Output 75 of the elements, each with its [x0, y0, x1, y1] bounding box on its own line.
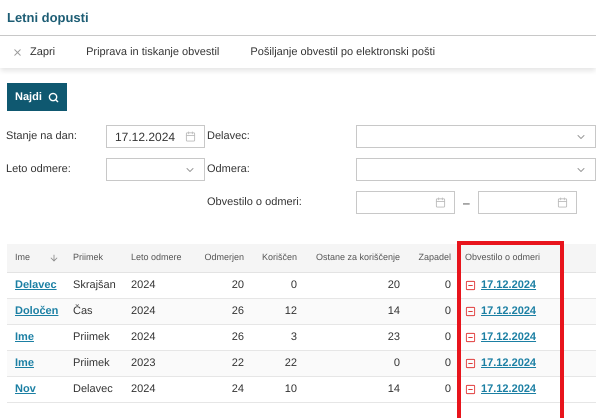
field-label: Obvestilo o odmeri: [207, 195, 303, 210]
table-cell-text: 20 [232, 278, 244, 294]
table-cell-text: 0 [444, 304, 451, 320]
table-cell-text: 14 [388, 304, 400, 320]
name-link[interactable]: Ime [15, 355, 34, 372]
table-cell-text: 0 [290, 278, 297, 294]
field-label: Odmera: [207, 162, 251, 178]
table-cell-text: Čas [73, 303, 93, 320]
table-cell-text: 22 [284, 356, 297, 372]
column-header[interactable]: Koriščen [262, 251, 297, 265]
field-label: Leto odmere: [6, 162, 72, 178]
table-cell-text: 12 [284, 304, 297, 320]
table-cell-text: 22 [232, 356, 244, 372]
table-cell-text: 14 [388, 382, 400, 398]
table-cell-text: 26 [232, 304, 244, 320]
table-cell-text: 26 [232, 330, 244, 346]
minus-square-icon [465, 306, 476, 317]
minus-square-icon [465, 280, 476, 291]
dropdown-field[interactable] [356, 158, 596, 181]
name-link[interactable]: Nov [15, 381, 36, 398]
column-header[interactable]: Odmerjen [204, 251, 244, 265]
table-cell-text: 0 [444, 330, 451, 346]
table-cell-text: 0 [444, 278, 451, 294]
date-link[interactable]: 17.12.2024 [481, 381, 536, 398]
table-cell-text: 3 [290, 330, 297, 346]
date-link[interactable]: 17.12.2024 [481, 303, 536, 320]
search-icon [48, 92, 59, 102]
column-header[interactable]: Ime [15, 251, 30, 265]
table-cell-text: Priimek [73, 330, 110, 346]
close-button[interactable]: Zapri [12, 44, 56, 60]
column-header[interactable]: Obvestilo o odmeri [465, 251, 540, 265]
table-cell-text: 2024 [131, 330, 156, 346]
table-cell-text: 2024 [131, 382, 156, 398]
minus-square-icon [465, 358, 476, 369]
search-button[interactable]: Najdi [7, 83, 67, 111]
date-field[interactable]: 17.12.2024 [106, 125, 205, 148]
dropdown-field[interactable] [106, 158, 205, 181]
table-cell-text: 24 [232, 382, 244, 398]
table-cell-text: 20 [388, 278, 400, 294]
field-label: Delavec: [207, 129, 251, 144]
minus-square-icon [465, 384, 476, 395]
date-link[interactable]: 17.12.2024 [481, 277, 536, 294]
name-link[interactable]: Delavec [15, 277, 57, 294]
toolbar-button[interactable]: Pošiljanje obvestil po elektronski pošti [250, 44, 436, 60]
name-link[interactable]: Določen [15, 303, 58, 320]
table-cell-text: 0 [444, 382, 451, 398]
calendar-icon [556, 197, 568, 208]
range-separator: – [463, 194, 470, 212]
date-link[interactable]: 17.12.2024 [481, 355, 536, 372]
column-header[interactable]: Zapadel [418, 251, 451, 265]
table-cell-text: 0 [394, 356, 400, 372]
table-cell-text: Delavec [73, 382, 113, 398]
table-cell-text: Skrajšan [73, 278, 116, 294]
dropdown-field[interactable] [356, 125, 596, 148]
date-field[interactable] [356, 191, 455, 214]
calendar-icon [185, 131, 196, 142]
column-header[interactable]: Priimek [73, 251, 104, 265]
window-title: Letni dopusti [7, 8, 89, 27]
table-cell-text: 10 [284, 382, 297, 398]
column-header[interactable]: Leto odmere [131, 251, 182, 265]
minus-square-icon [465, 332, 476, 343]
date-field[interactable] [478, 191, 577, 214]
table-cell-text: Priimek [73, 356, 110, 372]
calendar-icon [435, 197, 446, 208]
date-link[interactable]: 17.12.2024 [481, 329, 536, 346]
name-link[interactable]: Ime [15, 329, 34, 346]
table-cell-text: 0 [444, 356, 451, 372]
table-cell-text: 2023 [131, 356, 156, 372]
toolbar-button[interactable]: Priprava in tiskanje obvestil [86, 44, 220, 60]
column-header[interactable]: Ostane za koriščenje [316, 251, 400, 265]
table-cell-text: 2024 [131, 278, 156, 294]
field-label: Stanje na dan: [6, 129, 78, 144]
close-icon [12, 46, 23, 58]
table-cell-text: 23 [388, 330, 400, 346]
table-cell-text: 2024 [131, 304, 156, 320]
